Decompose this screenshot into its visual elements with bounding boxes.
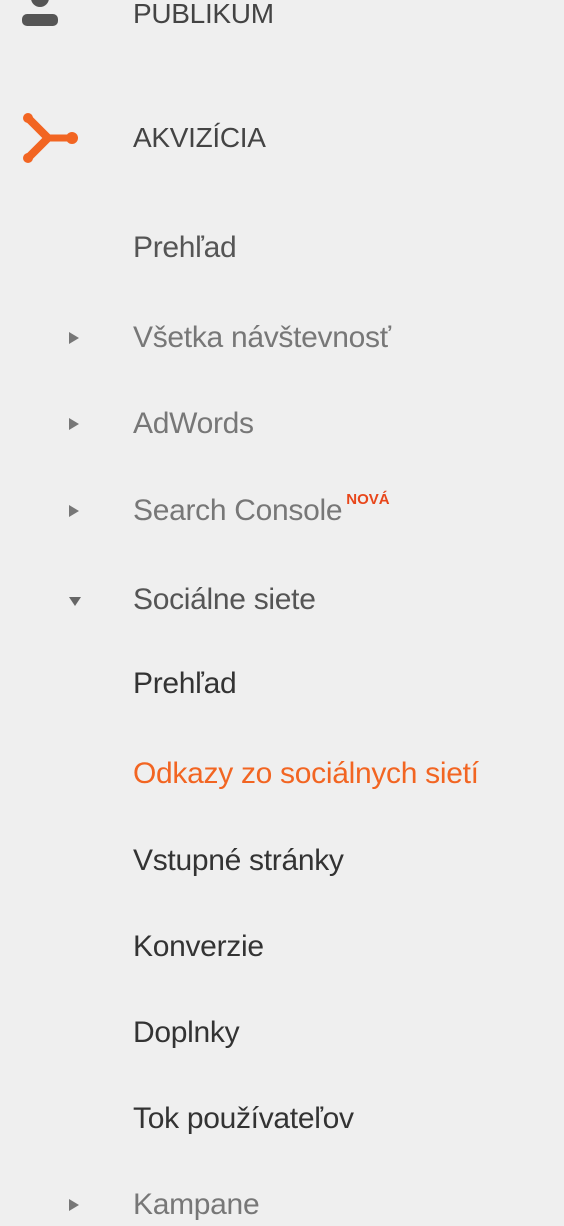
nav-section-acquisition-label: AKVIZÍCIA [133, 122, 266, 153]
nav-section-audience[interactable]: PUBLIKUM [0, 0, 564, 42]
nav-item-overview-label: Prehľad [133, 231, 237, 264]
nav-item-all-traffic-label: Všetka návštevnosť [133, 321, 391, 354]
new-badge: NOVÁ [346, 491, 390, 508]
nav-subitem-label: Konverzie [133, 930, 264, 963]
nav-item-campaigns[interactable]: Kampane [0, 1177, 564, 1226]
nav-item-adwords[interactable]: AdWords [0, 396, 564, 452]
triangle-right-icon [68, 1177, 80, 1226]
triangle-right-icon [68, 483, 80, 539]
nav-subitem-social-overview[interactable]: Prehľad [0, 656, 564, 712]
nav-subitem-label: Doplnky [133, 1016, 240, 1049]
nav-subitem-social-referrals[interactable]: Odkazy zo sociálnych sietí [0, 746, 564, 802]
person-icon [18, 0, 82, 42]
nav-subitem-landing-pages[interactable]: Vstupné stránky [0, 833, 564, 889]
search-console-text: Search Console [133, 494, 343, 527]
triangle-right-icon [68, 396, 80, 452]
nav-item-search-console-label: Search Console NOVÁ [133, 483, 390, 544]
nav-item-social-label: Sociálne siete [133, 583, 316, 616]
nav-subitem-label: Tok používateľov [133, 1102, 354, 1135]
nav-item-adwords-label: AdWords [133, 407, 254, 440]
nav-subitem-plugins[interactable]: Doplnky [0, 1005, 564, 1061]
nav-subitem-label: Vstupné stránky [133, 844, 344, 877]
nav-subitem-label: Odkazy zo sociálnych sietí [133, 757, 479, 790]
nav-section-audience-label: PUBLIKUM [133, 0, 274, 29]
nav-item-social[interactable]: Sociálne siete [0, 572, 564, 628]
triangle-down-icon [68, 572, 81, 628]
triangle-right-icon [68, 310, 80, 366]
nav-subitem-label: Prehľad [133, 667, 237, 700]
nav-item-overview[interactable]: Prehľad [0, 220, 564, 276]
nav-subitem-conversions[interactable]: Konverzie [0, 919, 564, 975]
nav-section-acquisition[interactable]: AKVIZÍCIA [0, 110, 564, 166]
nav-item-all-traffic[interactable]: Všetka návštevnosť [0, 310, 564, 366]
acquisition-icon [18, 110, 82, 166]
nav-item-search-console[interactable]: Search Console NOVÁ [0, 483, 564, 539]
nav-item-campaigns-label: Kampane [133, 1188, 260, 1221]
nav-subitem-users-flow[interactable]: Tok používateľov [0, 1091, 564, 1147]
